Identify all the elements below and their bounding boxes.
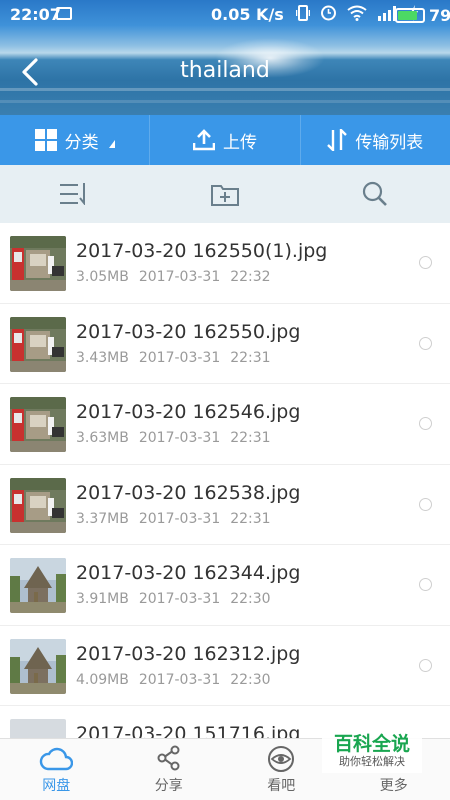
header-background-wave <box>0 100 450 103</box>
file-size: 3.43MB <box>76 349 129 366</box>
transfer-icon <box>327 129 348 151</box>
file-name: 2017-03-20 162312.jpg <box>76 642 301 665</box>
category-label: 分类 <box>64 132 99 153</box>
nav-label: 网盘 <box>42 778 71 794</box>
transfer-label: 传输列表 <box>355 132 424 153</box>
cloud-icon <box>40 747 74 771</box>
file-row[interactable]: 2017-03-20 162550.jpg 3.43MB 2017-03-31 22:… <box>0 304 450 384</box>
transfer-list-button[interactable]: 传输列表 <box>301 115 450 165</box>
sort-button[interactable] <box>0 183 150 205</box>
file-thumbnail <box>10 316 66 372</box>
file-size: 3.37MB <box>76 510 129 527</box>
sort-icon <box>60 183 85 205</box>
nav-label: 看吧 <box>267 778 296 794</box>
select-radio[interactable] <box>419 578 432 591</box>
file-date: 2017-03-31 <box>138 430 221 446</box>
file-name: 2017-03-20 162546.jpg <box>76 401 301 423</box>
file-time: 22:32 <box>230 269 271 285</box>
file-row[interactable]: 2017-03-20 162546.jpg 3.63MB 2017-03-31 22:… <box>0 384 450 465</box>
file-row[interactable]: 2017-03-20 162344.jpg 3.91MB 2017-03-31 22:… <box>0 545 450 626</box>
file-thumbnail <box>10 477 66 533</box>
file-meta: 4.09MB 2017-03-31 22:30 <box>76 672 281 688</box>
tool-bar <box>0 165 450 223</box>
watermark: 百科全说 助你轻松解决 <box>322 733 422 773</box>
status-speed: 0.05 K/s <box>211 5 284 24</box>
nav-item-netdisk[interactable]: 网盘 <box>0 739 113 800</box>
nav-label: 分享 <box>154 778 183 794</box>
battery-percent: 79 <box>429 6 450 25</box>
wifi-icon <box>347 5 367 21</box>
battery-icon <box>395 8 425 23</box>
file-list: 2017-03-20 162550(1).jpg 3.05MB 2017-03-31… <box>0 223 450 738</box>
file-name: 2017-03-20 162550.jpg <box>76 320 301 343</box>
search-button[interactable] <box>300 181 450 207</box>
file-date: 2017-03-31 <box>138 510 221 527</box>
alarm-icon <box>321 5 336 21</box>
select-radio[interactable] <box>419 658 432 672</box>
file-meta: 3.91MB 2017-03-31 22:30 <box>76 591 281 607</box>
file-size: 3.91MB <box>76 591 129 607</box>
search-icon <box>362 181 387 206</box>
file-meta: 3.05MB 2017-03-31 22:32 <box>76 269 281 285</box>
file-row[interactable]: 2017-03-20 162550(1).jpg 3.05MB 2017-03-31… <box>0 223 450 304</box>
file-meta: 3.63MB 2017-03-31 22:31 <box>76 430 281 446</box>
file-name: 2017-03-20 162344.jpg <box>76 562 301 584</box>
file-thumbnail <box>10 638 66 694</box>
watermark-title: 百科全说 <box>333 733 410 755</box>
new-folder-button[interactable] <box>150 182 300 206</box>
file-date: 2017-03-31 <box>138 591 221 607</box>
file-name: 2017-03-20 162550(1).jpg <box>76 240 328 262</box>
vibrate-icon <box>296 4 310 21</box>
battery-indicator: 79 <box>395 6 450 25</box>
header-background-wave <box>0 88 450 91</box>
select-radio[interactable] <box>419 256 432 269</box>
category-button[interactable]: 分类 <box>0 115 151 165</box>
file-time: 22:31 <box>230 349 271 366</box>
grid-icon <box>34 129 57 151</box>
file-size: 3.05MB <box>76 269 129 285</box>
upload-label: 上传 <box>222 132 257 153</box>
select-radio[interactable] <box>419 336 432 350</box>
nav-label: 更多 <box>379 778 408 794</box>
nav-item-watch[interactable]: 看吧 <box>225 739 338 800</box>
header-banner: 22:07 0.05 K/s 79 thailand <box>0 0 450 115</box>
file-time: 22:31 <box>230 430 271 446</box>
file-row[interactable]: 2017-03-20 162312.jpg 4.09MB 2017-03-31 22:… <box>0 626 450 706</box>
file-row[interactable]: 2017-03-20 162538.jpg 3.37MB 2017-03-31 22:… <box>0 465 450 545</box>
file-date: 2017-03-31 <box>138 671 221 688</box>
file-size: 3.63MB <box>76 430 129 446</box>
file-thumbnail <box>10 236 66 291</box>
file-thumbnail <box>10 719 66 738</box>
nav-item-share[interactable]: 分享 <box>113 739 226 800</box>
file-name: 2017-03-20 162538.jpg <box>76 481 301 504</box>
new-folder-icon <box>211 185 239 206</box>
file-meta: 3.43MB 2017-03-31 22:31 <box>76 350 281 366</box>
file-size: 4.09MB <box>76 671 129 688</box>
select-radio[interactable] <box>419 497 432 511</box>
upload-button[interactable]: 上传 <box>150 115 301 165</box>
status-bar: 22:07 0.05 K/s 79 <box>0 0 450 28</box>
page-title: thailand <box>180 58 270 83</box>
file-thumbnail <box>10 558 66 613</box>
share-icon <box>157 745 180 771</box>
eye-icon <box>268 746 295 772</box>
file-thumbnail <box>10 397 66 452</box>
action-bar: 分类 上传 传输列表 <box>0 115 450 165</box>
file-meta: 3.37MB 2017-03-31 22:31 <box>76 511 281 527</box>
file-time: 22:30 <box>230 591 271 607</box>
upload-icon <box>192 129 215 151</box>
watermark-subtitle: 助你轻松解决 <box>339 755 405 768</box>
file-date: 2017-03-31 <box>138 269 221 285</box>
select-radio[interactable] <box>419 417 432 430</box>
file-name: 2017-03-20 151716.jpg <box>76 723 301 738</box>
mail-icon <box>56 7 72 20</box>
file-time: 22:31 <box>230 510 271 527</box>
file-time: 22:30 <box>230 671 271 688</box>
status-time: 22:07 <box>10 5 61 24</box>
file-date: 2017-03-31 <box>138 349 221 366</box>
caret-icon <box>108 140 115 148</box>
